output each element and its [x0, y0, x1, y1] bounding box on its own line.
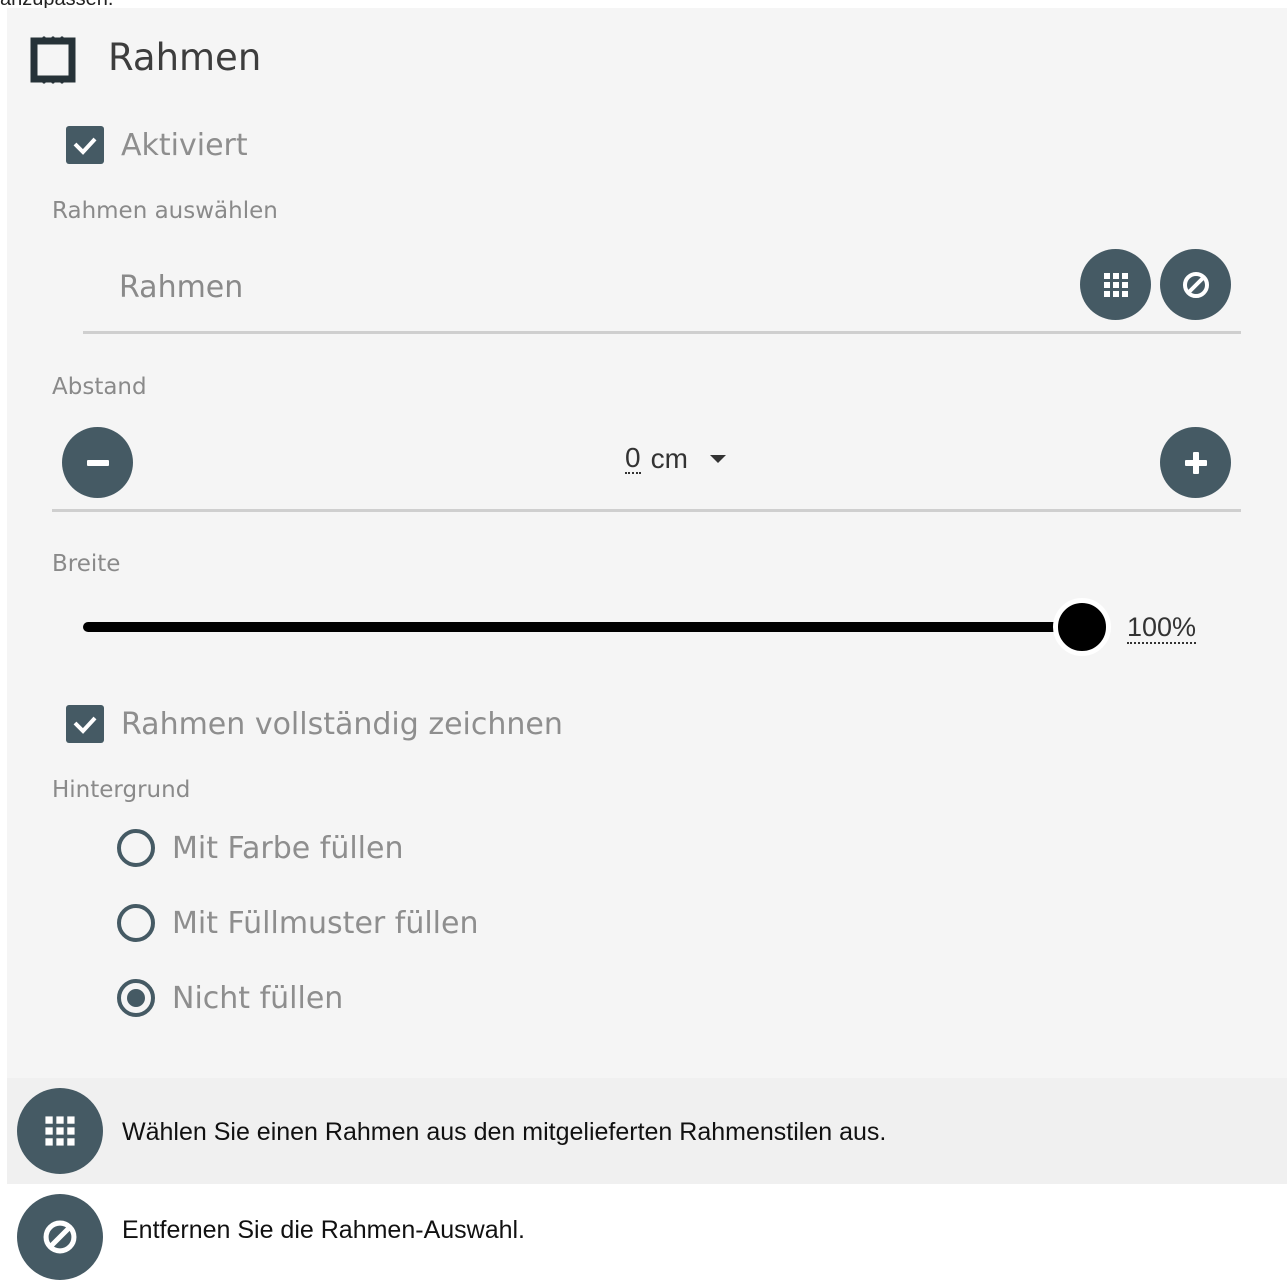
draw-full-checkbox[interactable]: [66, 705, 104, 743]
enabled-label: Aktiviert: [121, 127, 248, 163]
radio-button[interactable]: [117, 904, 155, 942]
legend-text: Wählen Sie einen Rahmen aus den mitgelie…: [122, 1118, 887, 1146]
width-value[interactable]: 100%: [1127, 612, 1197, 644]
no-symbol-icon: [1182, 271, 1209, 298]
no-symbol-icon: [43, 1220, 77, 1254]
radio-dot: [127, 989, 145, 1007]
width-label: Breite: [52, 551, 121, 577]
grid-icon: [45, 1116, 75, 1146]
legend-row-remove: Entfernen Sie die Rahmen-Auswahl.: [7, 1184, 1287, 1280]
spacing-number[interactable]: 0: [625, 444, 641, 474]
spacing-value[interactable]: 0 cm: [625, 443, 726, 475]
increase-spacing-button[interactable]: [1160, 427, 1231, 498]
legend-remove-button: [17, 1194, 103, 1280]
background-option-none[interactable]: Nicht füllen: [117, 979, 343, 1017]
frame-settings-panel: Rahmen Aktiviert Rahmen auswählen Rahmen…: [7, 8, 1287, 1078]
frame-select-field[interactable]: Rahmen: [83, 246, 1241, 334]
remove-frame-button[interactable]: [1160, 249, 1231, 320]
radio-button[interactable]: [117, 829, 155, 867]
width-slider-handle[interactable]: [1053, 598, 1111, 656]
frame-gallery-button[interactable]: [1080, 249, 1151, 320]
checkmark-icon: [73, 716, 97, 734]
background-option-label: Mit Füllmuster füllen: [172, 905, 479, 941]
grid-icon: [1103, 272, 1128, 297]
checkmark-icon: [73, 137, 97, 155]
radio-button-selected[interactable]: [117, 979, 155, 1017]
chevron-down-icon[interactable]: [709, 455, 726, 463]
enabled-toggle[interactable]: Aktiviert: [66, 126, 248, 164]
legend-text: Entfernen Sie die Rahmen-Auswahl.: [122, 1216, 526, 1244]
background-label: Hintergrund: [52, 777, 191, 803]
enabled-checkbox[interactable]: [66, 126, 104, 164]
draw-full-toggle[interactable]: Rahmen vollständig zeichnen: [66, 705, 563, 743]
legend-grid-button: [17, 1088, 103, 1174]
spacing-label: Abstand: [52, 374, 147, 400]
previous-text-fragment: anzupassen.: [0, 0, 600, 8]
background-option-pattern[interactable]: Mit Füllmuster füllen: [117, 904, 479, 942]
minus-icon: [86, 459, 109, 466]
frame-select-label: Rahmen auswählen: [52, 198, 278, 224]
spacing-unit: cm: [650, 443, 688, 474]
background-option-label: Nicht füllen: [172, 980, 344, 1016]
frame-header: [29, 36, 77, 84]
plus-icon: [1184, 451, 1207, 474]
panel-title: Rahmen: [108, 36, 262, 79]
decrease-spacing-button[interactable]: [62, 427, 133, 498]
background-option-color[interactable]: Mit Farbe füllen: [117, 829, 404, 867]
background-option-label: Mit Farbe füllen: [172, 830, 404, 866]
draw-full-label: Rahmen vollständig zeichnen: [121, 706, 563, 742]
legend-row-gallery: Wählen Sie einen Rahmen aus den mitgelie…: [7, 1078, 1287, 1184]
width-slider-track[interactable]: [83, 622, 1073, 632]
frame-select-value: Rahmen: [119, 270, 244, 305]
frame-icon: [29, 36, 77, 84]
spacing-stepper: 0 cm: [52, 423, 1241, 512]
